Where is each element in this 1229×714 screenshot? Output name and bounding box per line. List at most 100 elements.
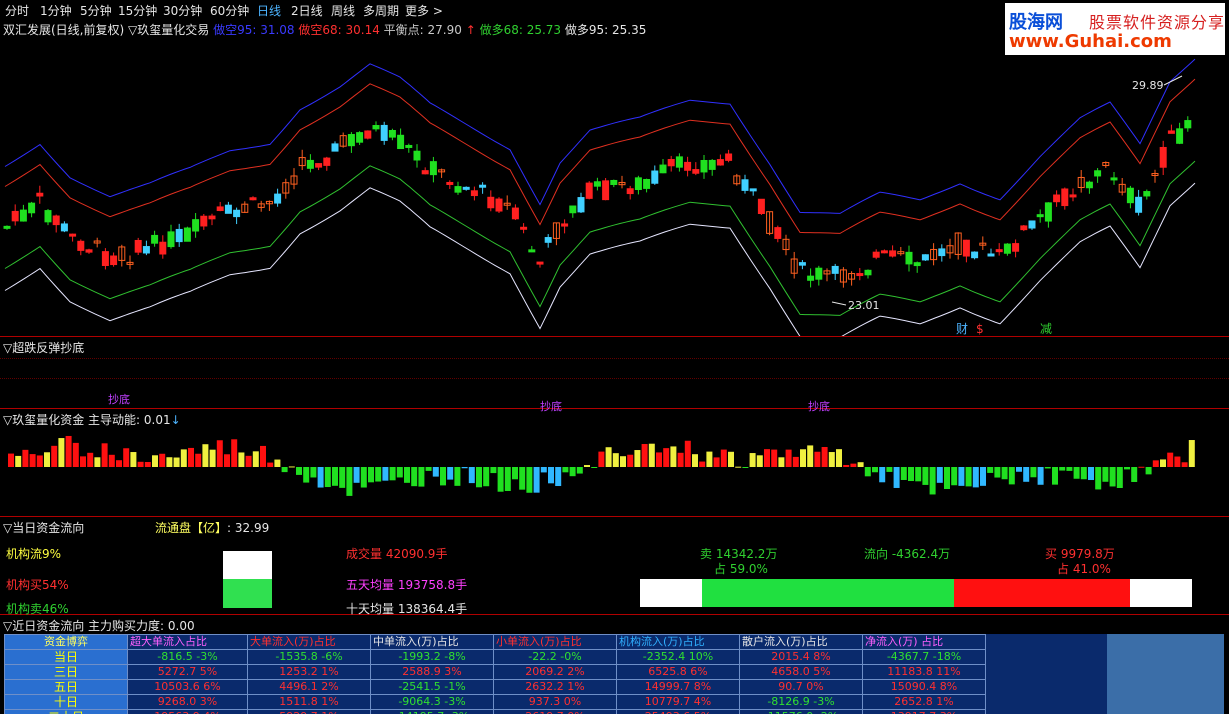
flow-bar	[663, 448, 670, 467]
volume-label: 成交量 42090.9手	[346, 547, 448, 561]
candle-body	[577, 197, 585, 213]
event-marker-0: 财	[956, 322, 968, 336]
candle-body	[1135, 196, 1143, 213]
candle-body	[306, 159, 314, 169]
flow-bar	[713, 457, 720, 467]
timeframe-tab-5[interactable]: 60分钟	[210, 2, 249, 19]
timeframe-tab-9[interactable]: 多周期	[363, 2, 399, 19]
flow-bar	[634, 450, 641, 467]
flow-bar	[1102, 467, 1109, 482]
flow-bar	[929, 467, 936, 495]
flow-bar	[648, 443, 655, 467]
timeframe-tab-7[interactable]: 2日线	[291, 2, 323, 19]
table-row: 五日 10503.6 6% 4496.1 2% -2541.5 -1% 2632.2 1…	[4, 679, 986, 695]
flow-bar	[166, 457, 173, 467]
timeframe-tab-6[interactable]: 日线	[257, 2, 281, 19]
table-cell: 2632.2 1%	[493, 679, 617, 695]
flow-bar	[1152, 460, 1159, 467]
table-cell: 4658.0 5%	[739, 664, 863, 680]
candle-body	[1044, 202, 1052, 222]
timeframe-tab-3[interactable]: 15分钟	[118, 2, 157, 19]
table-cell: -1993.2 -8%	[370, 649, 494, 665]
flow-bar	[828, 452, 835, 467]
panel5-title: ▽近日资金流向 主力购买力度: 0.00	[3, 619, 195, 633]
candle-body	[651, 170, 659, 184]
timeframe-tab-0[interactable]: 分时	[5, 2, 29, 19]
flow-bar	[792, 456, 799, 467]
flow-bar	[958, 467, 965, 486]
flow-bar	[627, 454, 634, 467]
candlestick-chart[interactable]: 29.89 23.01 财 $ 减	[0, 18, 1229, 336]
candle-body	[249, 197, 257, 201]
candle-body	[1003, 243, 1011, 254]
flow-bar	[411, 467, 418, 487]
panel2-title: ▽超跌反弹抄底	[3, 341, 85, 355]
flow-bar	[202, 444, 209, 467]
candle-body	[905, 251, 913, 265]
candle-body	[1159, 146, 1167, 168]
timeframe-tab-10[interactable]: 更多 >	[405, 2, 443, 19]
flow-bar	[159, 453, 166, 467]
candle-body	[331, 143, 339, 152]
timeframe-tab-4[interactable]: 30分钟	[163, 2, 202, 19]
candle-body	[520, 226, 528, 230]
flow-bar	[238, 452, 245, 467]
flow-bar	[778, 457, 785, 467]
table-cell: 2015.4 8%	[739, 649, 863, 665]
candle-body	[1061, 188, 1069, 207]
candle-body	[495, 198, 503, 212]
flow-bar	[310, 467, 317, 478]
flow-bar	[389, 467, 396, 481]
flow-bar	[288, 466, 295, 468]
candle-body	[413, 150, 421, 161]
panel-separator	[0, 516, 1229, 517]
timeframe-tab-2[interactable]: 5分钟	[80, 2, 112, 19]
flow-bar	[598, 451, 605, 467]
flow-bar	[123, 448, 130, 467]
upper-band-68	[4, 78, 1196, 234]
candle-body	[479, 184, 487, 188]
candle-body	[134, 239, 142, 253]
flow-bar	[346, 467, 353, 496]
flow-bar	[51, 445, 58, 467]
flow-bar	[216, 440, 223, 467]
candle-body	[69, 233, 77, 237]
candle-body	[85, 249, 93, 253]
buy-sell-ratio-bar	[640, 579, 1192, 607]
candle-body	[3, 225, 11, 229]
flow-bar	[872, 467, 878, 473]
candle-body	[1028, 220, 1036, 229]
candle-body	[1126, 187, 1134, 204]
flow-bar	[742, 467, 749, 468]
flow-bar	[569, 467, 576, 477]
candle-body	[971, 251, 979, 259]
timeframe-tab-8[interactable]: 周线	[331, 2, 355, 19]
flow-bar	[36, 455, 43, 467]
candle-body	[1012, 243, 1020, 252]
high-price-label: 29.89	[1132, 79, 1164, 92]
table-cell: 937.3 0%	[493, 694, 617, 710]
flow-bar	[360, 467, 367, 488]
flow-bar	[641, 444, 648, 467]
flow-bar	[843, 464, 850, 467]
flow-bar	[440, 467, 446, 486]
flow-bar	[504, 467, 511, 492]
flow-bar	[836, 449, 842, 467]
flow-bar	[22, 449, 29, 467]
flow-bar	[749, 453, 756, 467]
flow-bar	[1116, 467, 1123, 488]
panel-separator	[0, 408, 1229, 409]
candle-body	[593, 181, 601, 187]
candle-body	[692, 169, 700, 174]
flow-bar	[540, 467, 547, 473]
candle-body	[19, 209, 27, 222]
table-cell: 5929.7 1%	[247, 709, 371, 714]
candle-body	[1176, 128, 1184, 144]
flow-bar	[72, 442, 79, 467]
timeframe-tab-1[interactable]: 1分钟	[40, 2, 72, 19]
candle-body	[52, 215, 60, 226]
candle-body	[380, 124, 388, 141]
flow-bar	[1088, 467, 1094, 481]
table-cell: -11576.0 -2%	[739, 709, 863, 714]
flow-bar	[886, 467, 893, 472]
